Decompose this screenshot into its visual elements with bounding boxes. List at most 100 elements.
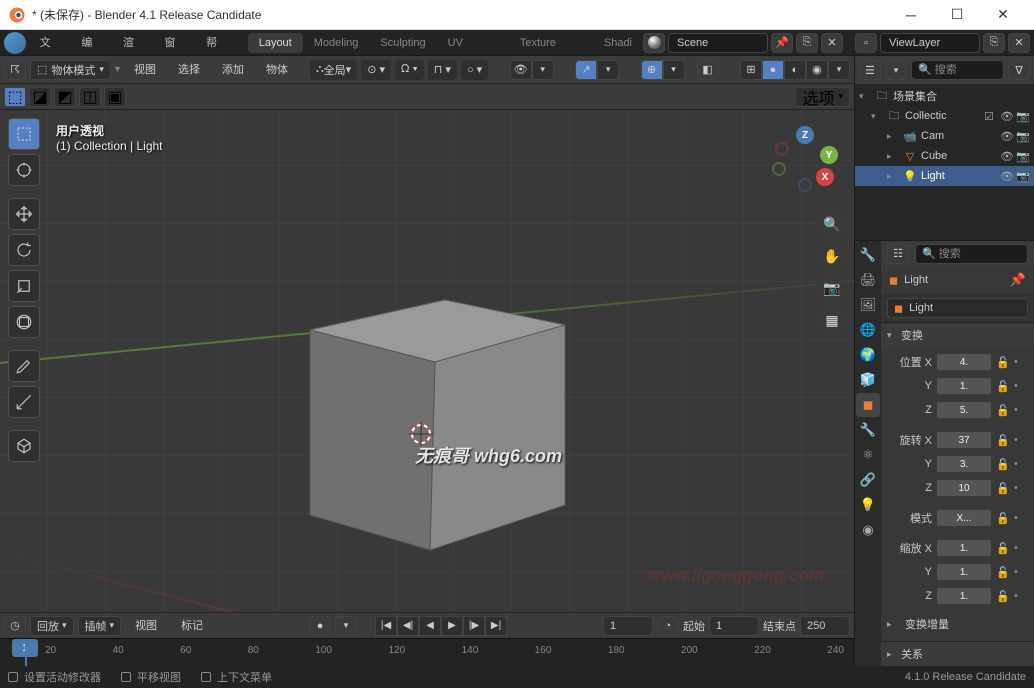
- tab-modeling[interactable]: Modeling: [303, 33, 370, 53]
- tab-texture paint[interactable]: Texture Paint: [509, 33, 593, 53]
- viewlayer-input[interactable]: ViewLayer: [880, 33, 980, 53]
- editor-type-icon[interactable]: ☈: [4, 60, 26, 80]
- select-xor-button[interactable]: ◫: [79, 87, 101, 107]
- value-input[interactable]: 1.: [936, 539, 992, 557]
- prop-tab-modifiers[interactable]: 🔧: [856, 418, 880, 442]
- zoom-button[interactable]: 🔍: [818, 210, 846, 238]
- camera-button[interactable]: 📷: [818, 274, 846, 302]
- value-input[interactable]: 10: [936, 479, 992, 497]
- annotate-tool[interactable]: [8, 350, 40, 382]
- scene-browse-icon[interactable]: [643, 33, 665, 53]
- tree-row-light[interactable]: ▸💡Light 👁📷: [855, 166, 1034, 186]
- snap-to-button[interactable]: ⊓ ▾: [428, 60, 457, 80]
- tree-row-collection[interactable]: ▾🗀Collectic ☑👁📷: [855, 106, 1034, 126]
- preview-range-button[interactable]: ◔: [657, 616, 679, 636]
- lock-icon[interactable]: 🔓: [996, 482, 1010, 495]
- prop-tab-output[interactable]: 🖨: [856, 268, 880, 292]
- lock-icon[interactable]: 🔓: [996, 380, 1010, 393]
- move-tool[interactable]: [8, 198, 40, 230]
- link-icon[interactable]: •: [1014, 566, 1028, 578]
- prop-tab-data[interactable]: 💡: [856, 493, 880, 517]
- new-viewlayer-button[interactable]: ⎘: [983, 33, 1005, 53]
- current-frame-input[interactable]: 1: [603, 616, 653, 636]
- perspective-button[interactable]: ▦: [818, 306, 846, 334]
- transform-panel-header[interactable]: ▾变换: [881, 323, 1034, 347]
- value-input[interactable]: 4.: [936, 353, 992, 371]
- select-extend-button[interactable]: ◪: [29, 87, 51, 107]
- cursor-tool[interactable]: [8, 154, 40, 186]
- delete-viewlayer-button[interactable]: ✕: [1008, 33, 1030, 53]
- props-editor-icon[interactable]: ☷: [887, 244, 909, 264]
- nav-gizmo[interactable]: X Y Z: [772, 122, 842, 192]
- outliner-filter-button[interactable]: ∇: [1008, 60, 1030, 80]
- vis-eye-button[interactable]: 👁: [510, 60, 532, 80]
- vp-menu-物体[interactable]: 物体: [256, 57, 298, 83]
- scene-input[interactable]: Scene: [668, 33, 768, 53]
- prop-tab-collection[interactable]: 🧊: [856, 368, 880, 392]
- transform-tool[interactable]: [8, 306, 40, 338]
- menu-文件[interactable]: 文件: [30, 30, 72, 56]
- tab-layout[interactable]: Layout: [248, 33, 303, 53]
- gizmo-button[interactable]: ↗: [575, 60, 597, 80]
- xray-button[interactable]: ◧: [697, 60, 719, 80]
- app-menu-icon[interactable]: [4, 32, 26, 54]
- play-button[interactable]: ▶: [441, 616, 463, 636]
- proportional-button[interactable]: ○ ▾: [461, 60, 488, 80]
- menu-帮助[interactable]: 帮助: [196, 30, 238, 56]
- gizmo-dd-button[interactable]: ▾: [597, 60, 619, 80]
- prop-tab-physics[interactable]: ⚛: [856, 443, 880, 467]
- select-tool[interactable]: [8, 118, 40, 150]
- outliner-search-input[interactable]: 🔍 搜索: [911, 60, 1004, 80]
- viewlayer-icon[interactable]: ▫: [855, 33, 877, 53]
- scale-tool[interactable]: [8, 270, 40, 302]
- autokey-dd-button[interactable]: ▾: [335, 616, 357, 636]
- timeline-view-menu[interactable]: 视图: [125, 613, 167, 639]
- link-icon[interactable]: •: [1014, 356, 1028, 368]
- value-input[interactable]: 1.: [936, 563, 992, 581]
- maximize-button[interactable]: ☐: [934, 0, 980, 30]
- tab-shadi[interactable]: Shadi: [593, 33, 643, 53]
- measure-tool[interactable]: [8, 386, 40, 418]
- start-frame-input[interactable]: 1: [709, 616, 759, 636]
- link-icon[interactable]: •: [1014, 512, 1028, 524]
- select-sub-button[interactable]: ◩: [54, 87, 76, 107]
- tab-uv editing[interactable]: UV Editing: [437, 33, 509, 53]
- prop-tab-object[interactable]: ◼: [856, 393, 880, 417]
- link-icon[interactable]: •: [1014, 482, 1028, 494]
- 3d-viewport[interactable]: 用户透视 (1) Collection | Light: [0, 110, 854, 612]
- select-box-button[interactable]: ⬚: [4, 87, 26, 107]
- solid-button[interactable]: ●: [762, 60, 784, 80]
- shading-dd-button[interactable]: ▾: [828, 60, 850, 80]
- pivot-button[interactable]: ⊙ ▾: [361, 60, 391, 80]
- end-frame-input[interactable]: 250: [800, 616, 850, 636]
- link-icon[interactable]: •: [1014, 458, 1028, 470]
- tree-row-camera[interactable]: ▸📹Cam 👁📷: [855, 126, 1034, 146]
- cube-object[interactable]: [300, 270, 580, 560]
- delta-transform-row[interactable]: ▸ 变换增量: [887, 613, 1028, 635]
- timeline-marker-menu[interactable]: 标记: [171, 613, 213, 639]
- props-search-input[interactable]: 🔍 搜索: [915, 244, 1028, 264]
- menu-渲染[interactable]: 渲染: [113, 30, 155, 56]
- pan-button[interactable]: ✋: [818, 242, 846, 270]
- jump-start-button[interactable]: |◀: [375, 616, 397, 636]
- delete-scene-button[interactable]: ✕: [821, 33, 843, 53]
- overlay-button[interactable]: ⊕: [641, 60, 663, 80]
- prop-tab-material[interactable]: ◉: [856, 518, 880, 542]
- new-scene-button[interactable]: ⎘: [796, 33, 818, 53]
- vis-dd-button[interactable]: ▾: [532, 60, 554, 80]
- prev-key-button[interactable]: ◀|: [397, 616, 419, 636]
- minimize-button[interactable]: ─: [888, 0, 934, 30]
- prop-tab-constraints[interactable]: 🔗: [856, 468, 880, 492]
- lock-icon[interactable]: 🔓: [996, 404, 1010, 417]
- link-icon[interactable]: •: [1014, 542, 1028, 554]
- lock-icon[interactable]: 🔓: [996, 434, 1010, 447]
- lock-icon[interactable]: 🔓: [996, 512, 1010, 525]
- wireframe-button[interactable]: ⊞: [740, 60, 762, 80]
- close-button[interactable]: ✕: [980, 0, 1026, 30]
- outliner-editor-icon[interactable]: ☰: [859, 60, 881, 80]
- link-icon[interactable]: •: [1014, 590, 1028, 602]
- value-input[interactable]: 37: [936, 431, 992, 449]
- vp-menu-视图[interactable]: 视图: [124, 57, 166, 83]
- next-key-button[interactable]: |▶: [463, 616, 485, 636]
- snap-button[interactable]: ᘯ ▾: [395, 60, 424, 80]
